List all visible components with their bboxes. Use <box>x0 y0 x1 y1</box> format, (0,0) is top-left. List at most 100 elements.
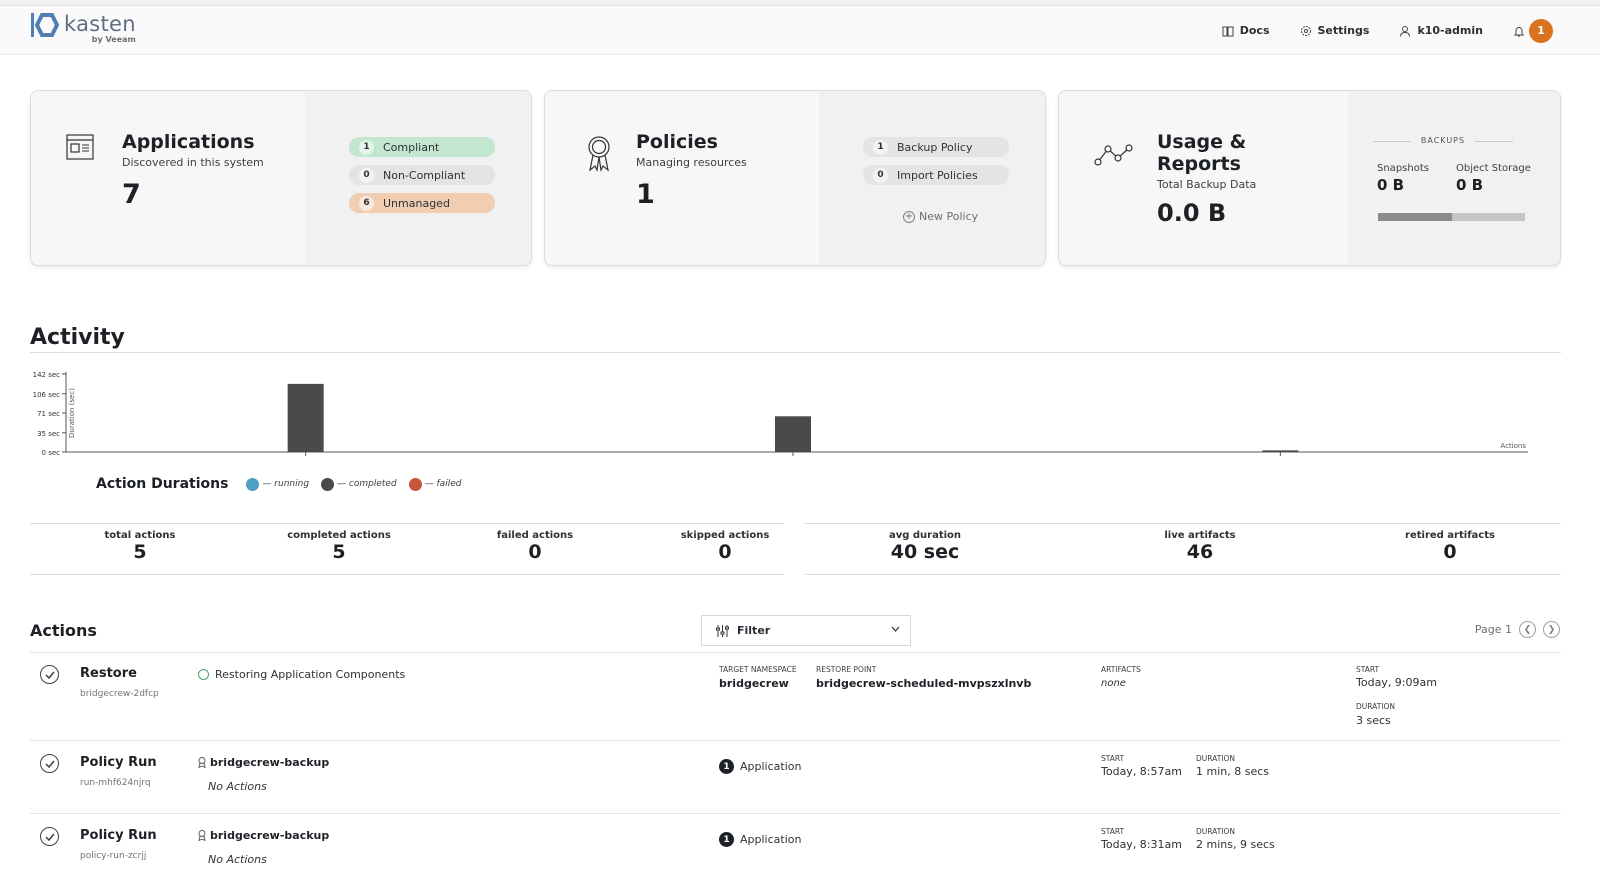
non-compliant-count: 0 <box>359 167 374 183</box>
y-tick-label: 71 sec <box>37 410 60 418</box>
pagination: Page 1 ❮ ❯ <box>1475 621 1560 638</box>
import-policies-label: Import Policies <box>897 168 978 182</box>
docs-link[interactable]: Docs <box>1222 24 1270 37</box>
non-compliant-pill[interactable]: 0 Non-Compliant <box>349 165 495 185</box>
action-type: Restore <box>80 666 137 681</box>
user-icon <box>1400 25 1411 37</box>
phase-label: Restoring Application Components <box>215 668 406 681</box>
header-nav: Docs Settings k10-admin 1 <box>1222 6 1600 55</box>
new-policy-label: New Policy <box>919 210 979 223</box>
start-label: START <box>1101 754 1125 763</box>
plus-circle-icon: + <box>903 210 915 223</box>
action-id: run-mhf624njrq <box>80 778 151 788</box>
stat-completed-actions: completed actions 5 <box>239 530 439 563</box>
compliant-label: Compliant <box>383 140 440 154</box>
target-namespace-value: bridgecrew <box>719 677 789 690</box>
start-label: START <box>1101 827 1125 836</box>
application-count: 1 Application <box>719 832 801 847</box>
action-row-restore[interactable]: Restore bridgecrew-2dfcp Restoring Appli… <box>30 653 1561 741</box>
duration-value: 3 secs <box>1356 714 1391 727</box>
y-tick-label: 142 sec <box>33 371 61 379</box>
backup-policy-pill[interactable]: 1 Backup Policy <box>863 137 1009 157</box>
filter-dropdown[interactable]: Filter <box>701 615 911 646</box>
logo-subtitle: by Veeam <box>91 35 136 44</box>
previous-page-button[interactable]: ❮ <box>1519 621 1536 638</box>
chart-bar <box>287 383 324 452</box>
chart-bar <box>1262 450 1299 452</box>
policies-subtitle: Managing resources <box>636 156 747 169</box>
y-tick-label: 0 sec <box>42 449 61 457</box>
notifications-button[interactable]: 1 <box>1513 18 1553 43</box>
docs-label: Docs <box>1239 24 1270 37</box>
applications-title: Applications <box>122 131 255 153</box>
import-policies-pill[interactable]: 0 Import Policies <box>863 165 1009 185</box>
start-value: Today, 9:09am <box>1356 676 1437 689</box>
kasten-logo[interactable]: kasten by Veeam <box>30 12 136 44</box>
artifact-stats: avg duration 40 sec live artifacts 46 re… <box>805 523 1561 575</box>
stat-label: retired artifacts <box>1405 530 1495 541</box>
action-type: Policy Run <box>80 755 157 770</box>
action-durations-chart: 0 sec 35 sec 71 sec 106 sec 142 sec Duration … <box>33 371 1528 457</box>
start-value: Today, 8:31am <box>1101 838 1182 851</box>
in-progress-ring-icon <box>198 669 209 680</box>
usage-title: Usage & Reports <box>1157 131 1246 175</box>
target-namespace-label: TARGET NAMESPACE <box>719 665 797 674</box>
stat-value: 0 <box>1443 541 1457 563</box>
action-row-policy-run[interactable]: Policy Run run-mhf624njrq bridgecrew-bac… <box>30 742 1561 814</box>
usage-reports-card[interactable]: Usage & Reports Total Backup Data 0.0 B … <box>1058 90 1561 266</box>
compliant-pill[interactable]: 1 Compliant <box>349 137 495 157</box>
action-phase: Restoring Application Components <box>198 668 405 681</box>
new-policy-button[interactable]: + New Policy <box>903 210 978 223</box>
notification-count-badge: 1 <box>1529 18 1553 43</box>
logo-word: kasten <box>64 12 136 36</box>
backups-panel: BACKUPS Snapshots 0 B Object Storage 0 B <box>1348 91 1560 265</box>
backups-label: BACKUPS <box>1373 136 1513 145</box>
unmanaged-pill[interactable]: 6 Unmanaged <box>349 193 495 213</box>
non-compliant-label: Non-Compliant <box>383 168 466 182</box>
legend-completed: — completed <box>321 477 397 491</box>
application-count: 1 Application <box>719 759 801 774</box>
y-tick-label: 35 sec <box>37 430 60 438</box>
stat-failed-actions: failed actions 0 <box>440 530 630 563</box>
start-label: START <box>1356 665 1380 674</box>
no-actions-note: No Actions <box>208 853 267 866</box>
no-actions-note: No Actions <box>208 780 267 793</box>
artifacts-value: none <box>1101 678 1126 689</box>
settings-link[interactable]: Settings <box>1300 24 1369 37</box>
policies-card[interactable]: Policies Managing resources 1 1 Backup P… <box>544 90 1046 266</box>
stat-value: 0 <box>718 541 732 563</box>
gear-icon <box>1300 25 1311 36</box>
stat-retired-artifacts: retired artifacts 0 <box>1370 530 1530 563</box>
applications-count: 7 <box>122 179 141 210</box>
stat-value: 5 <box>133 541 147 563</box>
kasten-logo-icon <box>31 13 60 37</box>
duration-value: 2 mins, 9 secs <box>1196 838 1275 851</box>
stat-label: failed actions <box>496 530 574 541</box>
action-row-policy-run[interactable]: Policy Run policy-run-zcrjj bridgecrew-b… <box>30 815 1561 879</box>
actions-title: Actions <box>30 621 97 640</box>
start-value: Today, 8:57am <box>1101 765 1182 778</box>
applications-card[interactable]: Applications Discovered in this system 7… <box>30 90 532 266</box>
usage-title-line2: Reports <box>1157 153 1241 175</box>
sliders-icon <box>716 624 729 637</box>
application-count-badge: 1 <box>719 759 734 774</box>
snapshots-label: Snapshots <box>1377 163 1429 174</box>
duration-label: DURATION <box>1196 754 1236 763</box>
stat-skipped-actions: skipped actions 0 <box>630 530 820 563</box>
snapshots-value: 0 B <box>1377 176 1405 194</box>
compliant-count: 1 <box>359 139 374 155</box>
stat-avg-duration: avg duration 40 sec <box>845 530 1005 563</box>
user-menu[interactable]: k10-admin <box>1399 24 1483 37</box>
restore-point-value: bridgecrew-scheduled-mvpszxlnvb <box>816 677 1032 690</box>
page-label: Page 1 <box>1474 623 1512 636</box>
completed-check-icon <box>40 754 59 773</box>
policies-title: Policies <box>636 131 718 153</box>
next-page-button[interactable]: ❯ <box>1543 621 1560 638</box>
action-type: Policy Run <box>80 828 157 843</box>
total-backup-data: 0.0 B <box>1157 199 1227 227</box>
stat-total-actions: total actions 5 <box>70 530 210 563</box>
backup-policy-count: 1 <box>873 139 888 155</box>
stat-label: avg duration <box>888 530 962 541</box>
backup-policy-label: Backup Policy <box>897 140 973 154</box>
y-tick-label: 106 sec <box>33 391 61 399</box>
